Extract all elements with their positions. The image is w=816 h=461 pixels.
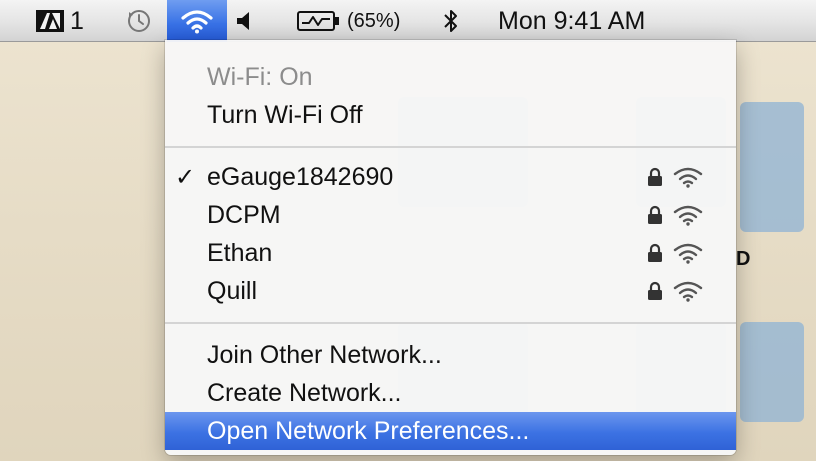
network-name: eGauge1842690 xyxy=(207,162,394,191)
join-other-network-item[interactable]: Join Other Network... xyxy=(165,336,736,374)
turn-wifi-off-label: Turn Wi-Fi Off xyxy=(207,100,363,129)
checkmark-icon: ✓ xyxy=(175,163,196,191)
adobe-menu-extra[interactable]: 1 xyxy=(36,0,84,42)
wifi-status-item: Wi-Fi: On xyxy=(165,58,736,96)
bluetooth-icon xyxy=(444,10,457,32)
adobe-creative-cloud-icon xyxy=(36,10,64,32)
menu-separator xyxy=(165,146,736,148)
desktop-folder-icon[interactable] xyxy=(740,322,804,422)
menu-separator xyxy=(165,322,736,324)
network-name: Quill xyxy=(207,276,258,305)
wifi-status-label: Wi-Fi: On xyxy=(207,62,313,91)
join-other-network-label: Join Other Network... xyxy=(207,340,442,369)
network-item-ethan[interactable]: Ethan xyxy=(165,234,736,272)
menu-bar: 1 (65%) Mon 9:41 AM xyxy=(0,0,816,42)
speaker-icon xyxy=(237,12,249,30)
wifi-signal-icon xyxy=(673,243,703,264)
open-network-preferences-label: Open Network Preferences... xyxy=(207,416,530,445)
menubar-clock[interactable]: Mon 9:41 AM xyxy=(498,0,645,42)
wifi-dropdown-menu: Wi-Fi: On Turn Wi-Fi Off ✓ eGauge1842690… xyxy=(165,40,736,455)
network-item-quill[interactable]: Quill xyxy=(165,272,736,310)
battery-charging-icon xyxy=(297,11,339,31)
volume-menu-extra[interactable] xyxy=(236,0,252,42)
lock-icon xyxy=(648,281,662,300)
time-machine-menu-extra[interactable] xyxy=(126,0,152,42)
open-network-preferences-item[interactable]: Open Network Preferences... xyxy=(165,412,736,450)
lock-icon xyxy=(648,205,662,224)
lock-icon xyxy=(648,167,662,186)
desktop-icon-label: D xyxy=(736,248,751,270)
wifi-signal-icon xyxy=(673,205,703,226)
adobe-notification-count: 1 xyxy=(70,6,84,35)
desktop-folder-icon[interactable] xyxy=(740,102,804,232)
create-network-item[interactable]: Create Network... xyxy=(165,374,736,412)
wifi-icon xyxy=(181,10,213,34)
time-machine-clock-icon xyxy=(128,10,150,32)
lock-icon xyxy=(648,243,662,262)
battery-percentage: (65%) xyxy=(347,9,401,32)
network-item-egauge1842690[interactable]: ✓ eGauge1842690 xyxy=(165,158,736,196)
wifi-menu-extra[interactable] xyxy=(167,0,227,42)
battery-menu-extra[interactable]: (65%) xyxy=(297,0,400,42)
wifi-signal-icon xyxy=(673,281,703,302)
bluetooth-menu-extra[interactable] xyxy=(443,0,459,42)
network-name: DCPM xyxy=(207,200,281,229)
network-item-dcpm[interactable]: DCPM xyxy=(165,196,736,234)
network-name: Ethan xyxy=(207,238,273,267)
wifi-signal-icon xyxy=(673,167,703,188)
turn-wifi-off-item[interactable]: Turn Wi-Fi Off xyxy=(165,96,736,134)
create-network-label: Create Network... xyxy=(207,378,402,407)
